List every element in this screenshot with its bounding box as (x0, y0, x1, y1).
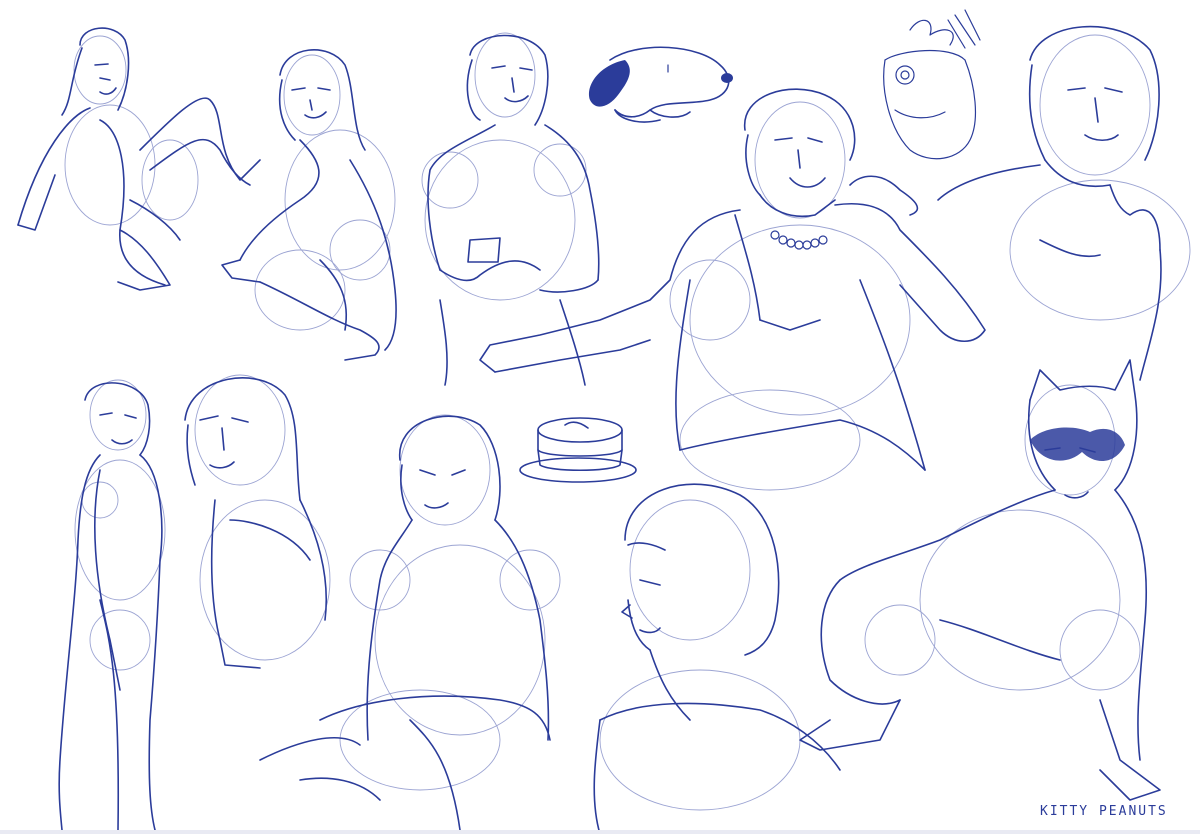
sketch-sheet: KITTY PEANUTS (0, 0, 1200, 834)
seated-eyes-closed-figure (259, 414, 561, 831)
masked-crouching-figure (799, 359, 1161, 801)
pearl-necklace (770, 230, 828, 250)
figure-holding-cup (421, 32, 600, 386)
portrait-with-raised-hand (937, 25, 1191, 381)
dog-head-doodle (589, 46, 733, 123)
page-bottom-edge (0, 830, 1200, 834)
dog-ear-icon (589, 60, 630, 107)
seated-leaning-figure (17, 27, 261, 291)
pancake-stack-doodle (519, 417, 637, 483)
bob-haired-profile (593, 483, 841, 834)
eye-mask-icon (1030, 427, 1125, 462)
long-haired-bust (184, 374, 331, 669)
food-cup-doodle (883, 9, 981, 160)
sketch-canvas: KITTY PEANUTS (17, 9, 1191, 834)
crouching-figure (221, 49, 397, 361)
dog-nose-icon (721, 73, 733, 83)
standing-figure (58, 379, 166, 831)
artist-signature: KITTY PEANUTS (1040, 804, 1168, 819)
